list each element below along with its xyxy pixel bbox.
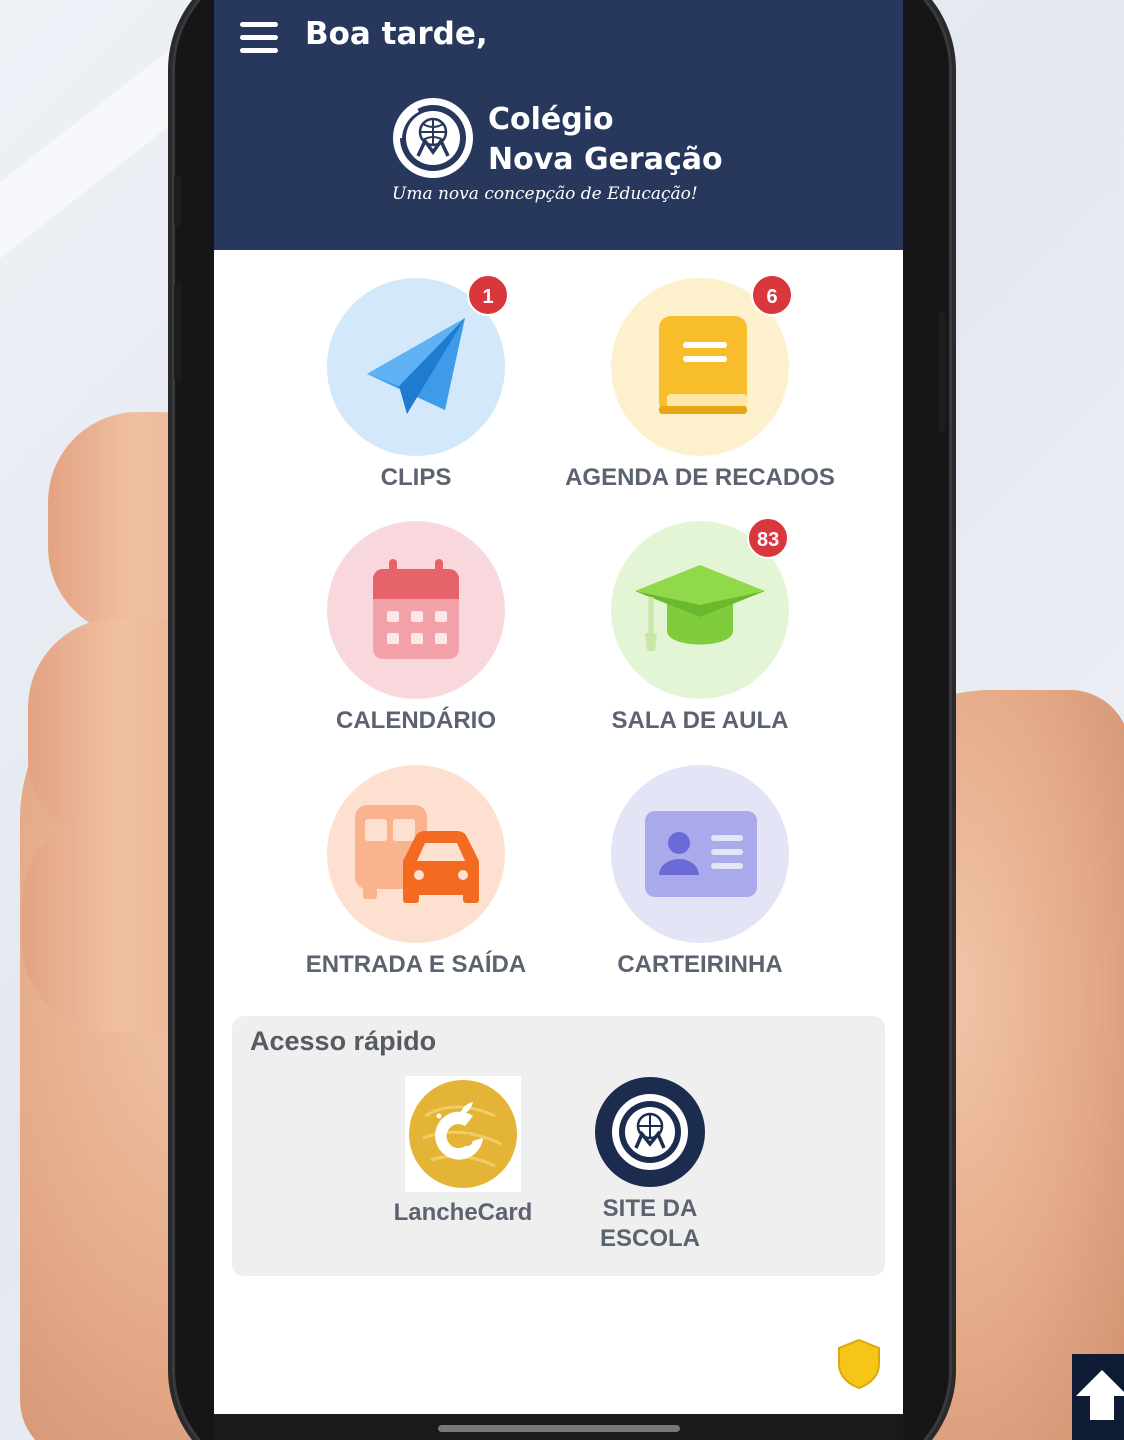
- tile-label: ENTRADA E SAÍDA: [305, 951, 527, 978]
- school-name-line2: Nova Geração: [488, 142, 723, 177]
- quick-access-label: LancheCard: [393, 1199, 533, 1226]
- agenda-badge: 6: [751, 274, 793, 316]
- quick-access-lanchecard[interactable]: LancheCard: [378, 1076, 548, 1228]
- tile-sala-de-aula[interactable]: 83 SALA DE AULA: [549, 517, 829, 751]
- clips-badge: 1: [467, 274, 509, 316]
- quick-access-label: SITE DA ESCOLA: [599, 1195, 700, 1252]
- tile-label: CALENDÁRIO: [336, 707, 496, 734]
- entrance-exit-icon-circle: [327, 765, 505, 943]
- tile-label: CARTEIRINHA: [617, 951, 783, 978]
- school-name-line1: Colégio: [488, 102, 614, 137]
- tile-label: CLIPS: [380, 464, 452, 491]
- bus-car-icon: [355, 805, 479, 903]
- phone-side-button: [938, 312, 946, 432]
- tile-label: AGENDA DE RECADOS: [565, 464, 835, 491]
- tile-calendario[interactable]: CALENDÁRIO: [265, 521, 545, 751]
- scroll-to-top-button[interactable]: [1072, 1354, 1124, 1440]
- calendar-icon: [373, 559, 459, 659]
- app-header: Boa tarde, Colégio Nova Geração Uma nova…: [214, 0, 903, 250]
- school-name: Colégio Nova Geração: [488, 100, 723, 180]
- phone-side-button: [174, 282, 182, 382]
- hamburger-menu-icon[interactable]: [240, 20, 280, 56]
- school-tagline: Uma nova concepção de Educação!: [392, 184, 698, 204]
- greeting-text: Boa tarde,: [305, 16, 488, 52]
- tile-label: SALA DE AULA: [611, 707, 789, 734]
- id-card-icon: [645, 811, 757, 897]
- quick-access-site-da-escola[interactable]: SITE DA ESCOLA: [585, 1076, 715, 1254]
- school-logo-icon: [595, 1077, 705, 1187]
- tile-entrada-e-saida[interactable]: ENTRADA E SAÍDA: [265, 765, 545, 995]
- id-card-icon-circle: [611, 765, 789, 943]
- app-screen: Boa tarde, Colégio Nova Geração Uma nova…: [214, 0, 903, 1440]
- tile-agenda-de-recados[interactable]: 6 AGENDA DE RECADOS: [549, 274, 835, 508]
- tile-clips[interactable]: 1 CLIPS: [265, 274, 545, 508]
- calendar-icon-circle: [327, 521, 505, 699]
- quick-access-title: Acesso rápido: [250, 1026, 437, 1056]
- shield-icon[interactable]: [836, 1338, 882, 1390]
- tile-carteirinha[interactable]: CARTEIRINHA: [549, 765, 829, 995]
- home-indicator[interactable]: [438, 1425, 680, 1432]
- arrow-up-icon: [1076, 1370, 1124, 1420]
- quick-access-panel: Acesso rápido LancheCard SITE DA ESCOLA: [232, 1016, 885, 1276]
- classroom-badge: 83: [747, 517, 790, 559]
- lanchecard-logo-icon: [405, 1076, 521, 1192]
- school-logo-icon: [393, 98, 473, 178]
- phone-side-button: [174, 175, 182, 227]
